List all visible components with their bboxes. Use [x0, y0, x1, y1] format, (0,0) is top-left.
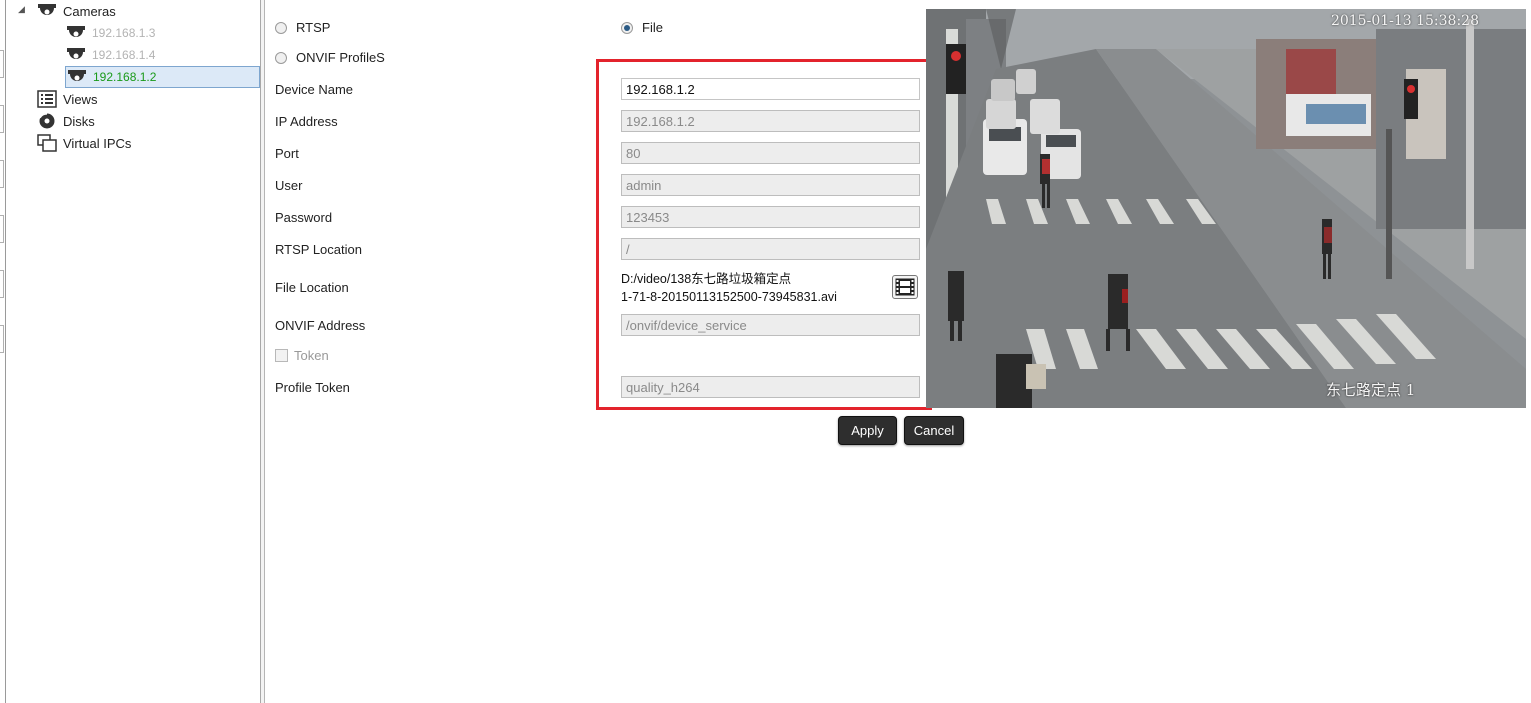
label-device-name: Device Name: [275, 82, 354, 97]
radio-file[interactable]: File: [621, 20, 663, 35]
camera-preview: 2015-01-13 15:38:28 东七路定点 1: [926, 9, 1526, 408]
label-password: Password: [275, 210, 333, 225]
camera-icon: [67, 26, 85, 37]
camera-label: 192.168.1.2: [93, 70, 157, 84]
label-rtsp-location: RTSP Location: [275, 242, 362, 257]
label-profile-token: Profile Token: [275, 380, 350, 395]
tree-item-views[interactable]: Views: [37, 89, 97, 109]
virtual-ipc-icon: [37, 134, 57, 152]
tree-label-virtual-ipcs: Virtual IPCs: [63, 135, 132, 151]
onvif-address-input[interactable]: [621, 314, 920, 336]
label-file-location: File Location: [275, 280, 349, 295]
rtsp-location-input[interactable]: [621, 238, 920, 260]
edge-tab[interactable]: [0, 270, 4, 298]
tree-item-camera-selected[interactable]: 192.168.1.2: [65, 66, 260, 88]
radio-button[interactable]: [275, 51, 287, 64]
tree-item-camera[interactable]: 192.168.1.3: [66, 23, 155, 43]
token-checkbox-row[interactable]: Token: [275, 348, 329, 363]
label-port: Port: [275, 146, 299, 161]
splitter[interactable]: [261, 0, 265, 703]
tree-label-cameras: Cameras: [63, 3, 116, 19]
radio-label-rtsp: RTSP: [296, 20, 331, 35]
password-input[interactable]: [621, 206, 920, 228]
tree-item-cameras[interactable]: Cameras: [37, 1, 116, 21]
camera-label: 192.168.1.3: [92, 26, 156, 40]
label-token: Token: [294, 348, 329, 363]
radio-button-checked[interactable]: [621, 21, 633, 34]
tree-label-disks: Disks: [63, 113, 95, 129]
file-location-value: D:/video/138东七路垃圾箱定点 1-71-8-201501131525…: [621, 270, 837, 306]
ip-address-input[interactable]: [621, 110, 920, 132]
street-scene-image: [926, 9, 1526, 408]
radio-rtsp[interactable]: RTSP: [275, 20, 330, 35]
collapse-arrow-icon[interactable]: ◢: [18, 4, 25, 15]
tree-item-disks[interactable]: Disks: [37, 111, 95, 131]
radio-onvif[interactable]: ONVIF ProfileS: [275, 50, 385, 65]
edge-tab[interactable]: [0, 215, 4, 243]
apply-button[interactable]: Apply: [838, 416, 897, 445]
edge-tab[interactable]: [0, 105, 4, 133]
preview-timestamp: 2015-01-13 15:38:28: [1330, 13, 1479, 29]
label-ip-address: IP Address: [275, 114, 338, 129]
camera-icon: [38, 4, 56, 15]
tree-label-views: Views: [63, 91, 98, 107]
radio-button[interactable]: [275, 21, 287, 34]
file-location-line: 1-71-8-20150113152500-73945831.avi: [621, 290, 837, 304]
cancel-button[interactable]: Cancel: [904, 416, 964, 445]
tree-item-camera[interactable]: 192.168.1.4: [66, 45, 155, 65]
port-input[interactable]: [621, 142, 920, 164]
token-checkbox[interactable]: [275, 349, 288, 362]
camera-icon: [68, 70, 86, 81]
sidebar-tree: ◢ Cameras 192.168.1.3 192.168.1.4 192.16…: [6, 0, 261, 703]
tree-item-virtual-ipcs[interactable]: Virtual IPCs: [37, 133, 131, 153]
file-location-line: D:/video/138东七路垃圾箱定点: [621, 272, 792, 286]
label-onvif-address: ONVIF Address: [275, 318, 366, 333]
radio-label-onvif: ONVIF ProfileS: [296, 50, 385, 65]
edge-tab[interactable]: [0, 325, 4, 353]
radio-label-file: File: [642, 20, 663, 35]
camera-label: 192.168.1.4: [92, 48, 156, 62]
preview-location-label: 东七路定点 1: [1326, 381, 1416, 399]
list-icon: [37, 90, 57, 108]
edge-tab[interactable]: [0, 160, 4, 188]
browse-file-button[interactable]: [892, 275, 918, 299]
label-user: User: [275, 178, 303, 193]
disk-icon: [39, 113, 55, 129]
device-name-input[interactable]: [621, 78, 920, 100]
profile-token-input[interactable]: [621, 376, 920, 398]
user-input[interactable]: [621, 174, 920, 196]
edge-tab[interactable]: [0, 50, 4, 78]
film-icon: [895, 278, 915, 296]
camera-icon: [67, 48, 85, 59]
